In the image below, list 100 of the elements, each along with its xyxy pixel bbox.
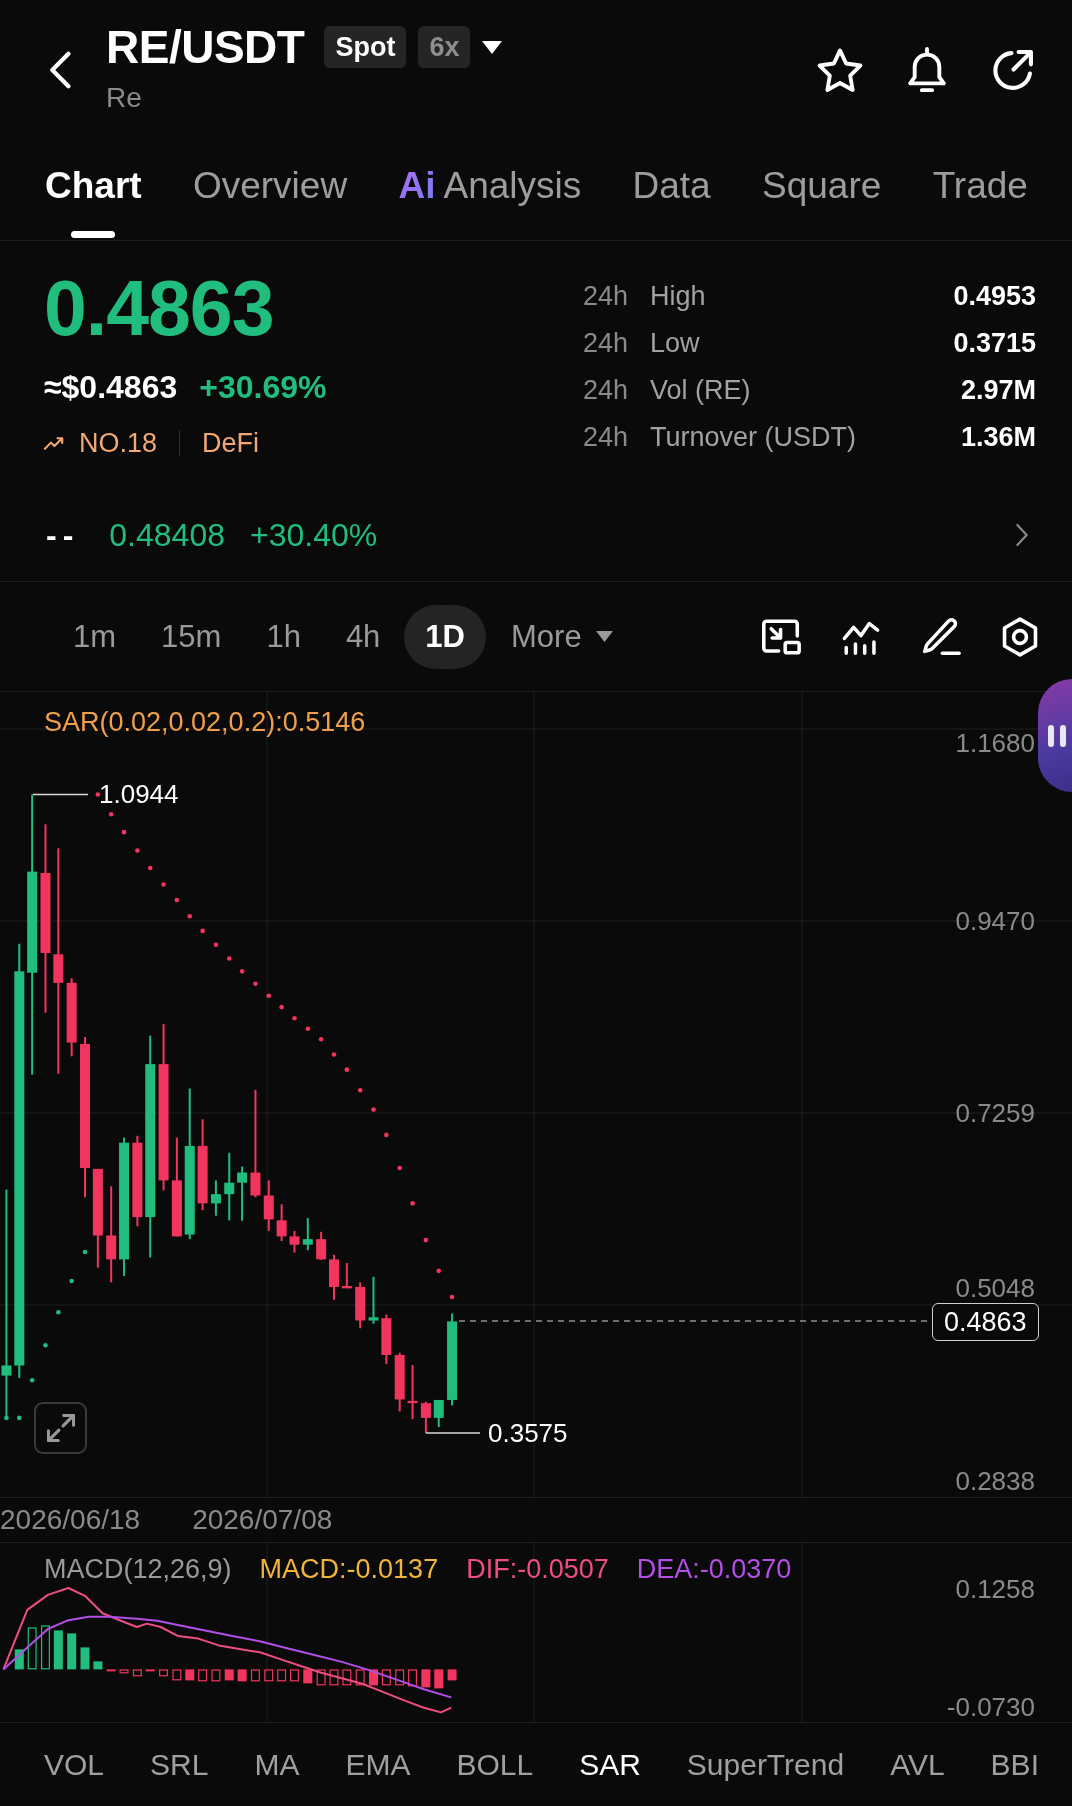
macd-legend-value: MACD:-0.0137 <box>259 1554 439 1584</box>
sar-dot <box>423 1237 429 1243</box>
histogram-bar <box>237 1669 247 1682</box>
histogram-bar <box>224 1669 234 1681</box>
histogram-bar <box>80 1647 90 1670</box>
sar-dot <box>69 1278 74 1284</box>
candle <box>381 1314 392 1365</box>
sar-dot <box>147 865 153 871</box>
candle <box>433 1399 444 1428</box>
leader-line <box>32 793 89 796</box>
nav-tab[interactable]: Overview <box>192 130 348 240</box>
market-tag: Spot <box>324 26 407 68</box>
indicator-tab[interactable]: BBI <box>990 1744 1039 1785</box>
stat-label: Vol (RE) <box>650 374 751 407</box>
interval-tab[interactable]: 1m <box>52 604 138 669</box>
star-icon[interactable] <box>817 48 863 92</box>
stat-label: Low <box>650 327 700 360</box>
candle <box>420 1401 431 1434</box>
histogram-bar <box>27 1627 37 1670</box>
histogram-bar <box>106 1669 116 1672</box>
histogram-bar <box>289 1669 299 1682</box>
leader-line <box>425 1432 481 1434</box>
sar-dot <box>239 969 245 974</box>
indicator-tab[interactable]: SRL <box>150 1744 209 1785</box>
candle <box>368 1276 379 1324</box>
interval-tab[interactable]: 15m <box>140 604 243 669</box>
trend-up-icon <box>44 436 64 450</box>
histogram-bar <box>159 1669 169 1677</box>
nav-tab[interactable]: Data <box>632 130 711 240</box>
indicator-tab[interactable]: MA <box>254 1744 300 1785</box>
histogram-bar <box>67 1633 77 1670</box>
expand-icon <box>46 1414 75 1442</box>
settings-icon[interactable] <box>1001 616 1039 657</box>
stat-value: 0.3715 <box>953 327 1036 360</box>
sar-dot <box>410 1201 415 1206</box>
picture-in-picture-icon[interactable] <box>761 617 801 656</box>
histogram-bar <box>329 1669 339 1686</box>
interval-tab[interactable]: 1D <box>404 604 486 669</box>
price-axis-label: 0.2838 <box>955 1466 1035 1496</box>
histogram-bar <box>369 1669 378 1686</box>
sar-dot <box>43 1343 48 1348</box>
stat-value: 0.4953 <box>953 280 1036 313</box>
indicator-tab[interactable]: SuperTrend <box>686 1744 845 1785</box>
sar-dot <box>82 1249 88 1255</box>
sar-dot <box>226 956 232 961</box>
more-button[interactable]: More <box>507 604 617 669</box>
candle <box>394 1352 405 1412</box>
sar-dot <box>200 928 205 934</box>
histogram-bar <box>342 1669 352 1686</box>
candle <box>355 1282 366 1329</box>
stat-period: 24h <box>583 374 629 407</box>
back-icon[interactable] <box>48 51 72 89</box>
sar-dot <box>253 981 258 987</box>
indicator-tab[interactable]: EMA <box>345 1744 411 1785</box>
macd-legend-value: DIF:-0.0507 <box>466 1554 609 1584</box>
nav-tab[interactable]: Square <box>762 130 882 240</box>
circle-arrow-icon[interactable] <box>991 48 1034 92</box>
stat-period: 24h <box>583 280 629 313</box>
candle <box>276 1204 287 1241</box>
indicator-tab[interactable]: SAR <box>579 1744 641 1785</box>
sar-dot <box>108 811 114 817</box>
pencil-icon[interactable] <box>921 616 961 657</box>
caret-icon[interactable] <box>482 40 503 54</box>
price-axis-label: 0.9470 <box>955 906 1035 936</box>
index-price: 0.48408 <box>109 515 225 555</box>
nav-tab[interactable]: Ai Analysis <box>398 130 582 240</box>
interval-tab[interactable]: 1h <box>245 604 322 669</box>
indicator-tab[interactable]: AVL <box>890 1744 945 1785</box>
histogram-bar <box>250 1669 260 1682</box>
macd-axis-label: 0.1258 <box>955 1574 1035 1604</box>
caret-icon[interactable] <box>595 631 613 642</box>
bell-icon[interactable] <box>907 47 947 93</box>
price-axis-label: 0.7259 <box>955 1098 1035 1128</box>
market-tag: 6x <box>418 26 471 68</box>
pair-title: RE/USDT <box>106 21 305 73</box>
sar-dot <box>56 1309 61 1315</box>
sar-dot <box>174 897 180 903</box>
interval-tab[interactable]: 4h <box>324 604 402 669</box>
histogram-bar <box>211 1669 221 1682</box>
pair-subtitle: Re <box>106 81 142 115</box>
high-price-label: 1.0944 <box>99 779 179 810</box>
price-axis-label: 1.1680 <box>955 728 1035 758</box>
candle <box>224 1152 235 1221</box>
rank-label: NO.18 <box>79 427 158 460</box>
indicator-tab[interactable]: VOL <box>44 1744 105 1785</box>
nav-tab[interactable]: Chart <box>45 130 142 240</box>
index-label: -- <box>46 515 80 555</box>
histogram-bar <box>14 1649 24 1670</box>
sar-dot <box>449 1294 455 1300</box>
sar-dot <box>331 1052 337 1057</box>
histogram-bar <box>93 1661 103 1670</box>
candle <box>289 1230 300 1253</box>
indicator-tab[interactable]: BOLL <box>456 1744 534 1785</box>
sar-dot <box>135 848 140 853</box>
sar-dot <box>305 1026 311 1032</box>
date-label: 2026/06/18 <box>0 1504 141 1536</box>
expand-button[interactable] <box>34 1402 87 1454</box>
chevron-right-icon[interactable] <box>1015 522 1029 547</box>
price-change: +30.69% <box>199 368 327 407</box>
nav-tab[interactable]: Trade <box>932 130 1028 240</box>
